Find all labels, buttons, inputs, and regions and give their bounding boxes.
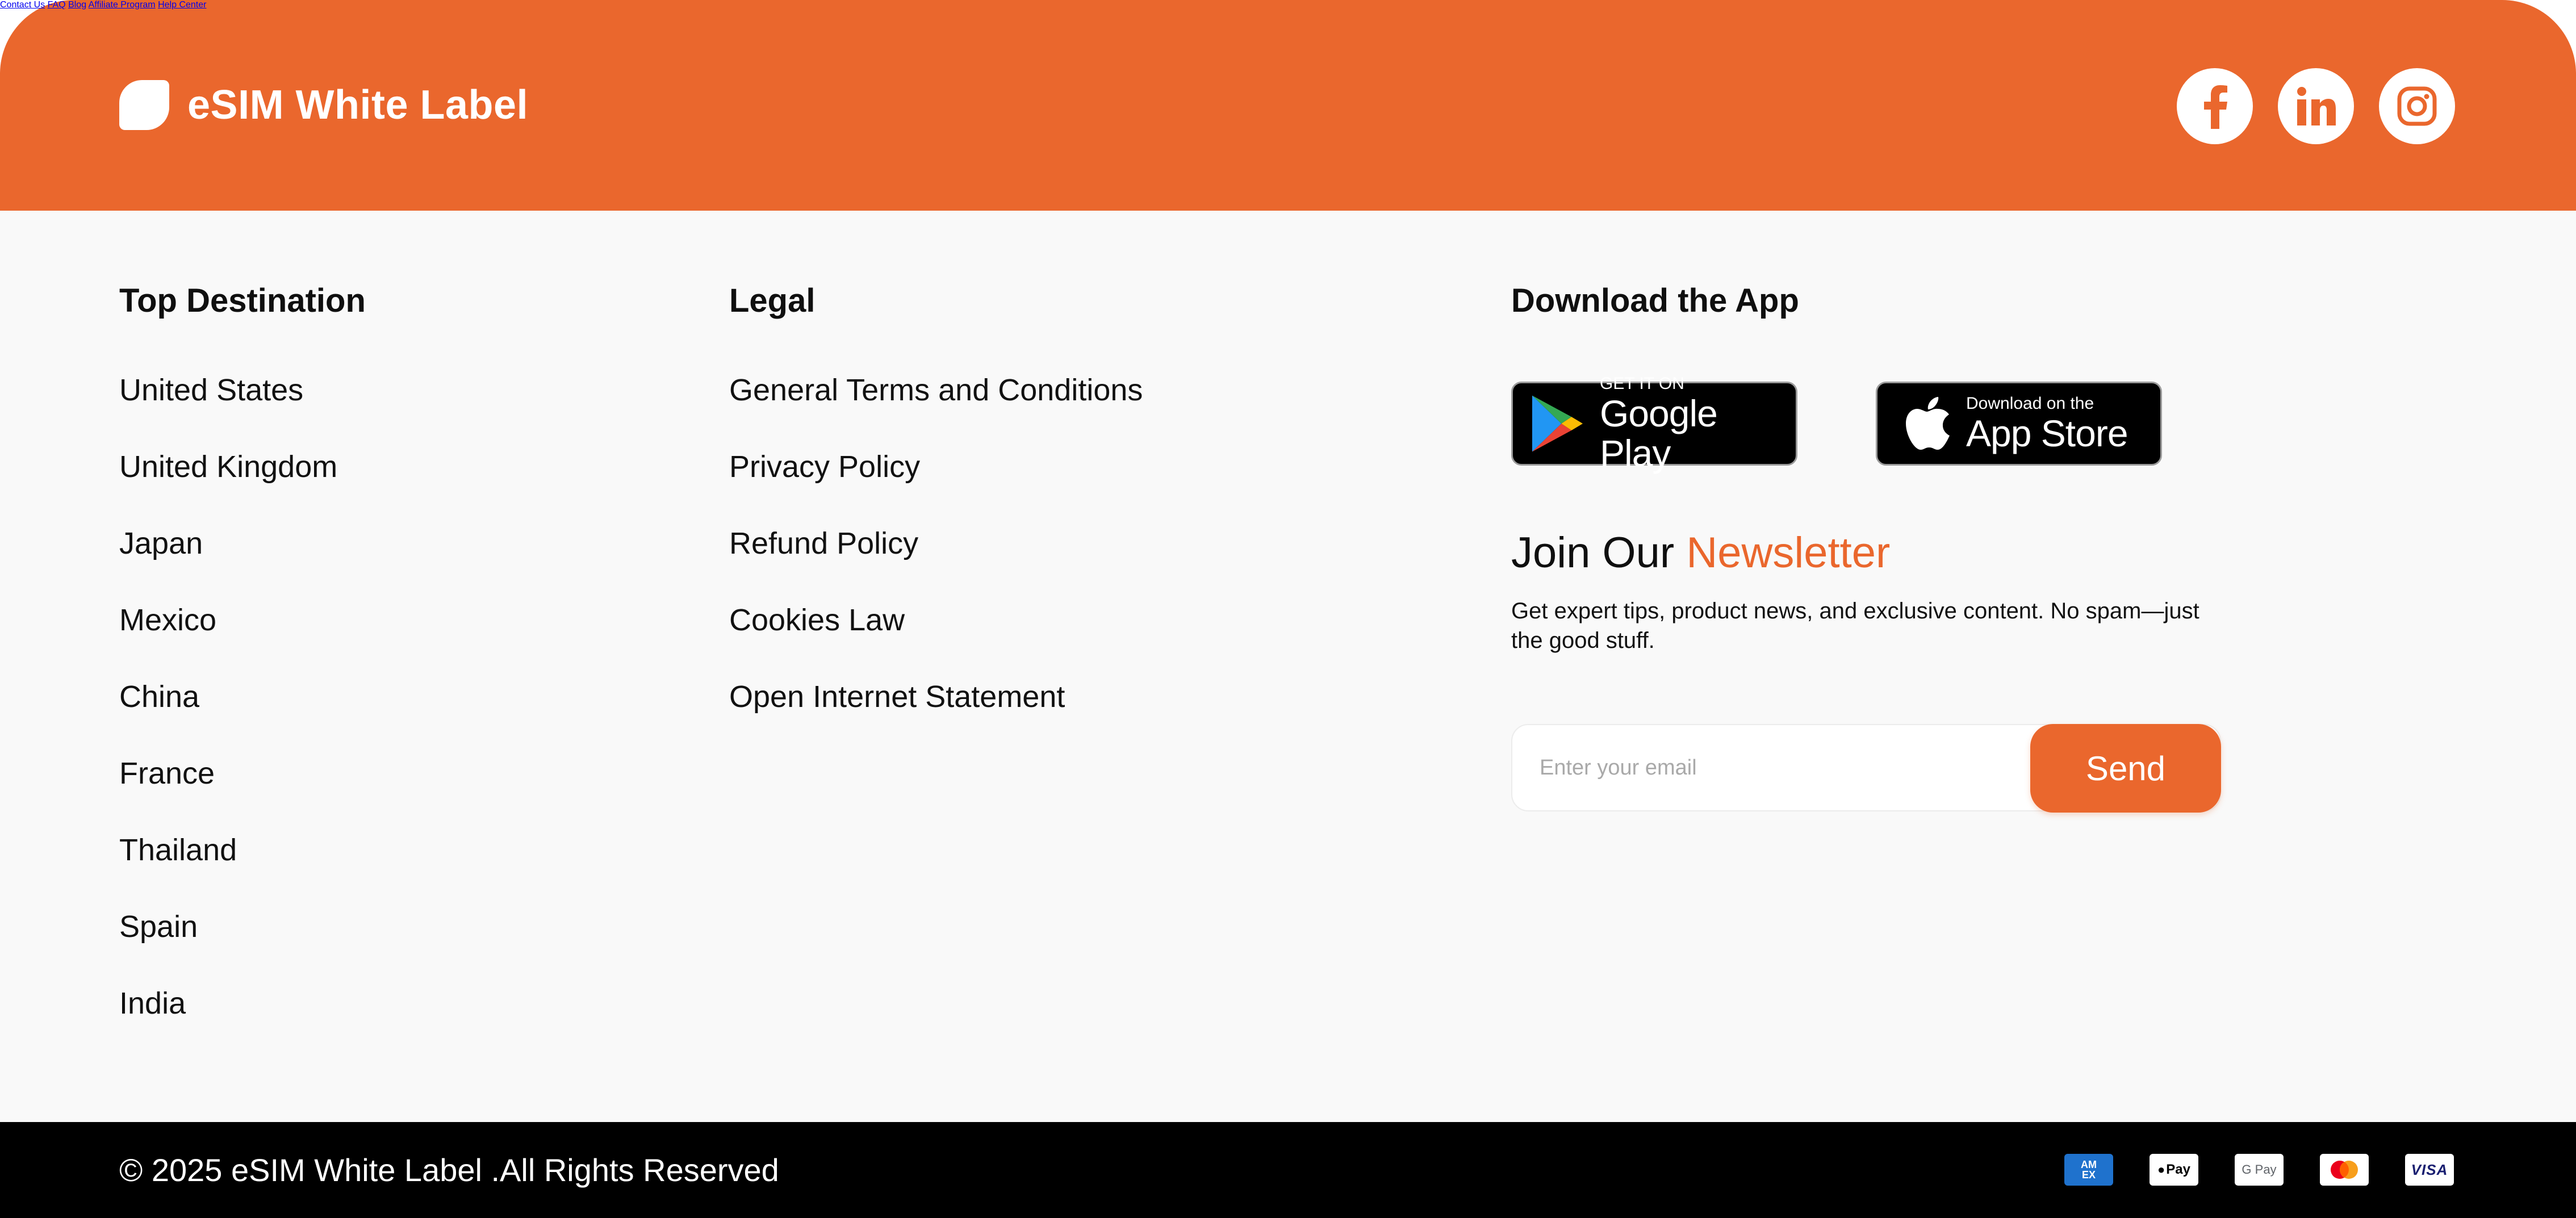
download-app-title: Download the App <box>1511 282 1799 319</box>
instagram-icon <box>2397 86 2437 126</box>
destination-link[interactable]: Mexico <box>119 602 216 638</box>
destination-link[interactable]: Japan <box>119 526 203 561</box>
brand[interactable]: eSIM White Label <box>119 79 528 131</box>
instagram-link[interactable] <box>2379 68 2455 144</box>
app-store-button[interactable]: Download on the App Store <box>1876 382 2162 466</box>
newsletter-title-prefix: Join Our <box>1511 529 1675 577</box>
footer-main: Top Destination United States United Kin… <box>0 211 2576 1122</box>
legal-link-cookies[interactable]: Cookies Law <box>729 602 905 638</box>
google-pay-icon: G Pay <box>2235 1154 2284 1186</box>
visa-icon: VISA <box>2405 1154 2454 1186</box>
destination-link[interactable]: United States <box>119 372 303 408</box>
copyright-text: © 2025 eSIM White Label .All Rights Rese… <box>119 1152 779 1188</box>
legal-title: Legal <box>729 282 816 319</box>
destination-link[interactable]: China <box>119 679 199 714</box>
brand-name: eSIM White Label <box>187 82 529 128</box>
google-play-big-text: Google Play <box>1600 392 1718 474</box>
app-store-small-text: Download on the <box>1966 394 2094 413</box>
amex-icon: AM EX <box>2064 1154 2113 1186</box>
destination-link[interactable]: Spain <box>119 909 198 944</box>
apple-pay-icon: ● Pay <box>2150 1154 2198 1186</box>
email-input[interactable] <box>1540 725 2005 810</box>
google-play-button[interactable]: GET IT ON Google Play <box>1511 374 1797 473</box>
legal-link-refund[interactable]: Refund Policy <box>729 526 918 561</box>
copyright-bar: © 2025 eSIM White Label .All Rights Rese… <box>0 1122 2576 1218</box>
nav-affiliate-program[interactable]: Affiliate Program <box>89 0 156 10</box>
destination-link[interactable]: Thailand <box>119 832 237 868</box>
google-play-small-text: GET IT ON <box>1600 374 1684 393</box>
newsletter-title-accent: Newsletter <box>1686 529 1891 577</box>
nav-blog[interactable]: Blog <box>68 0 86 10</box>
destination-link[interactable]: France <box>119 756 215 791</box>
mastercard-icon <box>2320 1154 2369 1186</box>
google-play-icon <box>1532 395 1583 452</box>
nav-help-center[interactable]: Help Center <box>158 0 206 10</box>
facebook-link[interactable] <box>2177 68 2253 144</box>
newsletter-form: Send <box>1511 724 2221 813</box>
app-store-big-text: App Store <box>1966 412 2128 454</box>
top-destination-title: Top Destination <box>119 282 366 319</box>
linkedin-link[interactable] <box>2278 68 2354 144</box>
legal-link-privacy[interactable]: Privacy Policy <box>729 449 920 484</box>
apple-icon <box>1906 397 1950 450</box>
legal-link-open-internet[interactable]: Open Internet Statement <box>729 679 1065 714</box>
destination-link[interactable]: United Kingdom <box>119 449 337 484</box>
facebook-icon <box>2204 85 2227 129</box>
newsletter-title: Join Our Newsletter <box>1511 528 1890 577</box>
legal-link-terms[interactable]: General Terms and Conditions <box>729 372 1143 408</box>
leaf-icon <box>119 80 169 130</box>
destination-link[interactable]: India <box>119 986 186 1021</box>
newsletter-description: Get expert tips, product news, and exclu… <box>1511 598 2199 653</box>
site-header: eSIM White Label Contact Us FAQ Blog Aff… <box>0 0 2576 211</box>
top-nav: Contact Us FAQ Blog Affiliate Program He… <box>0 0 2576 10</box>
send-button[interactable]: Send <box>2030 724 2221 813</box>
linkedin-icon <box>2297 87 2336 125</box>
nav-contact-us[interactable]: Contact Us <box>0 0 45 10</box>
nav-faq[interactable]: FAQ <box>48 0 66 10</box>
